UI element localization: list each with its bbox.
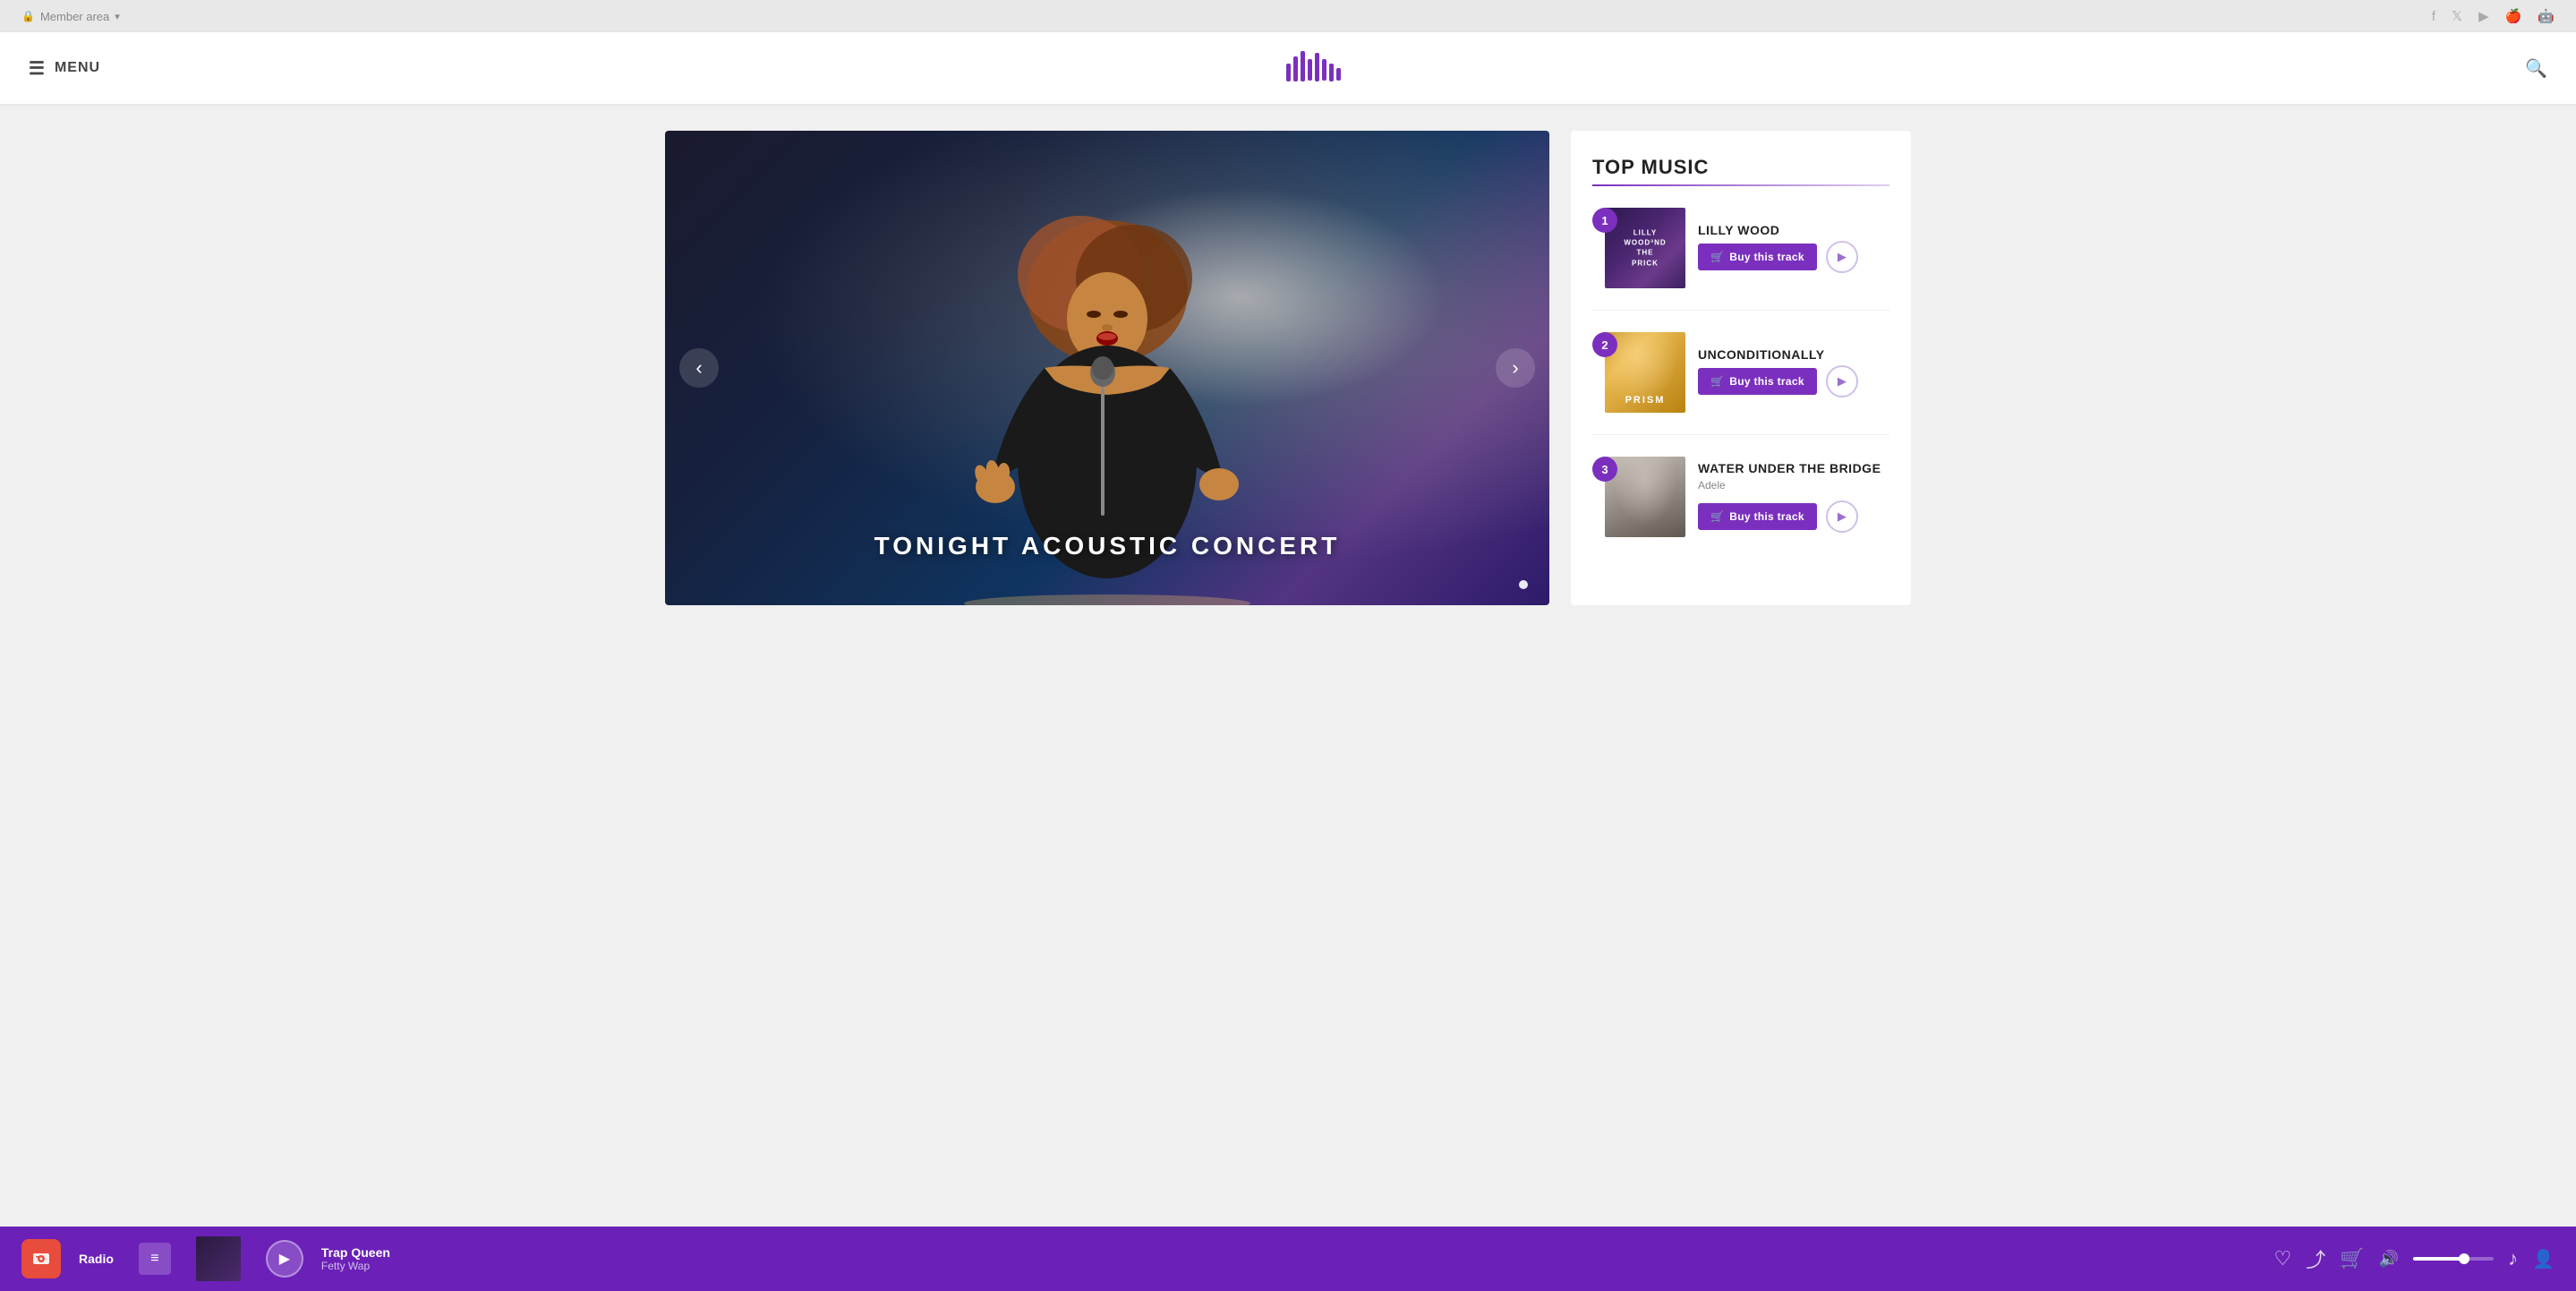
search-icon: 🔍 [2525,59,2547,79]
volume-bar[interactable] [2413,1257,2494,1261]
play-button-1[interactable]: ▶ [1826,241,1858,273]
topbar: 🔒 Member area ▾ f 𝕏 ▶ 🍎 🤖 [0,0,2576,32]
play-pause-icon: ▶ [279,1250,290,1268]
chevron-right-icon: › [1512,356,1518,380]
topbar-right: f 𝕏 ▶ 🍎 🤖 [2432,8,2555,24]
member-area-label[interactable]: Member area [40,10,109,23]
radio-icon-button[interactable] [21,1239,61,1278]
share-icon[interactable]: ⤴ [2306,1244,2325,1273]
search-button[interactable]: 🔍 [2525,57,2547,80]
twitter-icon[interactable]: 𝕏 [2452,8,2462,24]
track-name-1: LILLY WOOD [1698,223,1889,237]
menu-button[interactable]: ☰ MENU [29,57,100,80]
now-playing-track-artist: Fetty Wap [321,1260,390,1272]
track-info-3: WATER UNDER THE BRIDGE Adele 🛒 Buy this … [1698,461,1889,533]
cart-icon[interactable]: 🛒 [2340,1247,2364,1270]
slider-dots [1519,580,1528,589]
track-divider-2 [1592,434,1889,435]
slider-image: TONIGHT ACOUSTIC CONCERT [665,131,1549,605]
now-playing-play-button[interactable]: ▶ [266,1240,303,1278]
cart-icon-1: 🛒 [1710,251,1724,263]
topbar-left: 🔒 Member area ▾ [21,10,120,23]
now-playing-track-info: Trap Queen Fetty Wap [321,1245,390,1272]
lock-icon: 🔒 [21,10,35,22]
now-playing-track-name: Trap Queen [321,1245,390,1260]
playlist-icon: ≡ [150,1251,158,1267]
playlist-button[interactable]: ≡ [139,1243,171,1275]
main-content: TONIGHT ACOUSTIC CONCERT ‹ › TOP MUSIC 1… [644,104,1932,713]
hamburger-icon: ☰ [29,57,46,80]
radio-label: Radio [79,1252,114,1266]
volume-icon[interactable]: 🔊 [2379,1250,2399,1269]
youtube-icon[interactable]: ▶ [2478,8,2489,24]
buy-button-2[interactable]: 🛒 Buy this track [1698,368,1817,395]
play-icon-3: ▶ [1838,509,1847,524]
apple-icon[interactable]: 🍎 [2505,8,2522,24]
top-music-title: TOP MUSIC [1592,156,1889,179]
track-divider-1 [1592,310,1889,311]
site-logo[interactable] [1282,46,1344,90]
track-actions-2: 🛒 Buy this track ▶ [1698,365,1889,398]
track-name-3: WATER UNDER THE BRIDGE [1698,461,1889,475]
play-icon-2: ▶ [1838,374,1847,389]
track-actions-1: 🛒 Buy this track ▶ [1698,241,1889,273]
header: ☰ MENU 🔍 [0,32,2576,104]
now-playing-controls: ♡ ⤴ 🛒 🔊 ♪ 👤 [2274,1244,2555,1273]
member-area-chevron[interactable]: ▾ [115,11,120,22]
chevron-left-icon: ‹ [695,356,702,380]
cart-icon-3: 🛒 [1710,510,1724,523]
track-number-3: 3 [1592,457,1617,482]
facebook-icon[interactable]: f [2432,9,2435,24]
track-item-2: 2 UNCONDITIONALLY 🛒 Buy this track ▶ [1592,332,1889,413]
slider-next-button[interactable]: › [1496,348,1535,388]
android-icon[interactable]: 🤖 [2538,8,2555,24]
slider-caption: TONIGHT ACOUSTIC CONCERT [665,532,1549,560]
now-playing-thumbnail [196,1236,241,1281]
user-avatar-icon[interactable]: 👤 [2532,1248,2555,1270]
slider-dot[interactable] [1519,580,1528,589]
menu-label: MENU [55,60,100,76]
buy-button-3[interactable]: 🛒 Buy this track [1698,503,1817,530]
play-button-3[interactable]: ▶ [1826,500,1858,533]
track-actions-3: 🛒 Buy this track ▶ [1698,500,1889,533]
now-playing-bar: Radio ≡ ▶ Trap Queen Fetty Wap ♡ ⤴ 🛒 🔊 ♪… [0,1227,2576,1291]
track-info-2: UNCONDITIONALLY 🛒 Buy this track ▶ [1698,347,1889,398]
buy-button-1[interactable]: 🛒 Buy this track [1698,244,1817,270]
cart-icon-2: 🛒 [1710,375,1724,388]
play-button-2[interactable]: ▶ [1826,365,1858,398]
heart-icon[interactable]: ♡ [2274,1247,2292,1270]
track-info-1: LILLY WOOD 🛒 Buy this track ▶ [1698,223,1889,273]
track-artist-3: Adele [1698,479,1889,492]
slider-section: TONIGHT ACOUSTIC CONCERT ‹ › [665,131,1549,605]
track-number-2: 2 [1592,332,1617,357]
music-note-icon[interactable]: ♪ [2508,1247,2518,1270]
top-music-divider [1592,184,1889,186]
volume-knob[interactable] [2459,1253,2469,1264]
track-number-1: 1 [1592,208,1617,233]
top-music-panel: TOP MUSIC 1 LILLY WOOD 🛒 Buy this track … [1571,131,1911,605]
track-item-1: 1 LILLY WOOD 🛒 Buy this track ▶ [1592,208,1889,288]
track-name-2: UNCONDITIONALLY [1698,347,1889,362]
slider-prev-button[interactable]: ‹ [679,348,719,388]
track-item-3: 3 WATER UNDER THE BRIDGE Adele 🛒 Buy thi… [1592,457,1889,537]
play-icon-1: ▶ [1838,250,1847,264]
